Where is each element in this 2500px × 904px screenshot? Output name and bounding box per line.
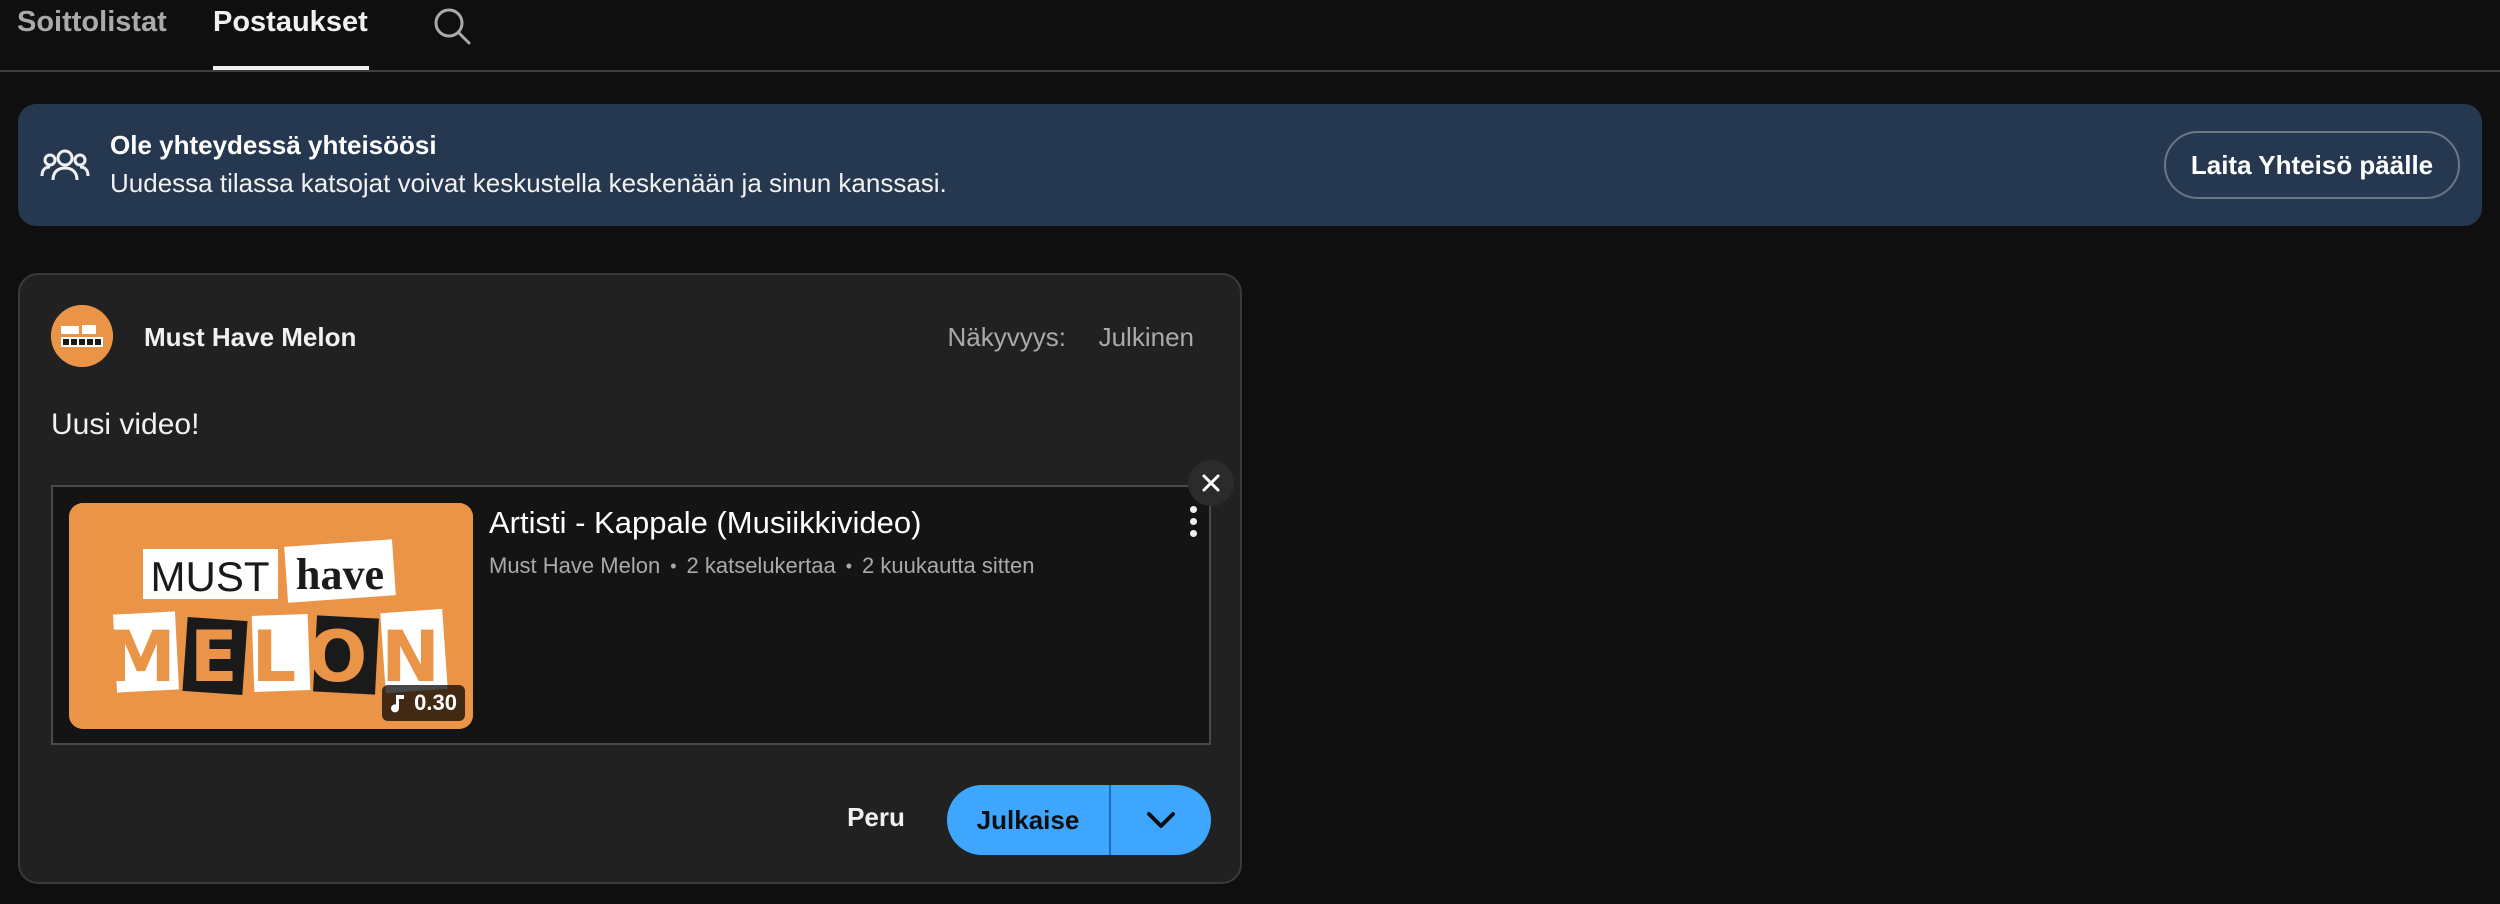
- banner-description: Uudessa tilassa katsojat voivat keskuste…: [110, 168, 947, 198]
- separator-dot: •: [670, 555, 677, 576]
- separator-dot: •: [845, 555, 853, 576]
- banner-title: Ole yhteydessä yhteisöösi: [110, 130, 437, 160]
- duration-text: 0.30: [414, 690, 457, 715]
- video-thumbnail[interactable]: MUST have MELON 0.30: [69, 503, 473, 729]
- visibility-selector[interactable]: Julkinen: [1099, 322, 1194, 353]
- search-icon[interactable]: [430, 4, 474, 48]
- channel-tabs: Soittolistat Postaukset: [0, 0, 2500, 72]
- post-text[interactable]: Uusi video!: [51, 408, 199, 442]
- tab-posts[interactable]: Postaukset: [213, 6, 368, 39]
- close-icon[interactable]: [1188, 460, 1234, 506]
- post-card: Must Have Melon Näkyvyys: Julkinen Uusi …: [18, 273, 1242, 884]
- publish-button-group: Julkaise: [947, 785, 1211, 855]
- publish-button[interactable]: Julkaise: [947, 785, 1109, 855]
- video-views: 2 katselukertaa: [686, 553, 836, 578]
- avatar: [51, 305, 113, 367]
- duration-badge: 0.30: [382, 685, 465, 721]
- cancel-button[interactable]: Peru: [826, 785, 926, 849]
- video-title[interactable]: Artisti - Kappale (Musiikkivideo): [489, 505, 921, 541]
- thumbnail-text-have: have: [296, 550, 384, 599]
- video-meta: Must Have Melon • 2 katselukertaa • 2 ku…: [489, 553, 1034, 579]
- video-age: 2 kuukautta sitten: [862, 553, 1035, 578]
- page: Soittolistat Postaukset Ole yhteydessä y…: [0, 0, 2500, 904]
- thumbnail-text-must: MUST: [151, 553, 270, 600]
- channel-name: Must Have Melon: [144, 322, 357, 352]
- tab-playlists[interactable]: Soittolistat: [17, 6, 167, 39]
- people-icon: [40, 140, 90, 190]
- video-channel: Must Have Melon: [489, 553, 661, 578]
- music-note-icon: [391, 695, 405, 713]
- enable-community-button[interactable]: Laita Yhteisö päälle: [2164, 131, 2460, 199]
- more-vert-icon[interactable]: [1175, 501, 1211, 541]
- chevron-down-icon[interactable]: [1111, 785, 1211, 855]
- active-tab-underline: [213, 66, 369, 70]
- visibility-label: Näkyvyys:: [947, 322, 1066, 352]
- community-banner: Ole yhteydessä yhteisöösi Uudessa tilass…: [18, 104, 2482, 226]
- video-attachment: MUST have MELON 0.30 Artisti - Kappale (…: [51, 485, 1211, 745]
